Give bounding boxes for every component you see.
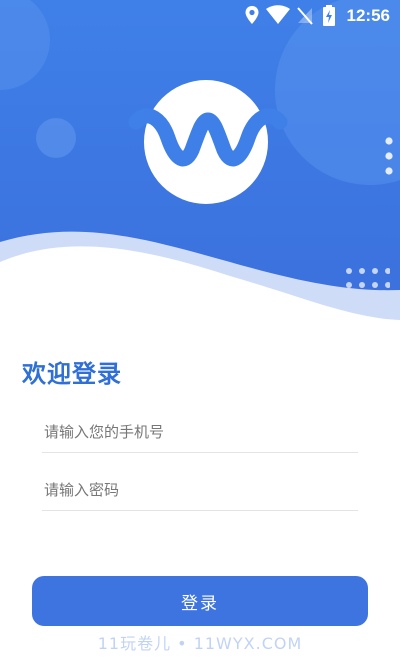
password-input[interactable] — [42, 470, 358, 511]
battery-charging-icon — [322, 5, 336, 31]
wifi-icon — [266, 5, 290, 29]
w-wave-logo-icon — [128, 108, 288, 167]
login-title: 欢迎登录 — [22, 360, 122, 388]
decorative-dots-vertical — [385, 137, 393, 175]
phone-input[interactable] — [42, 412, 358, 453]
no-signal-icon — [296, 5, 314, 29]
login-button[interactable]: 登录 — [32, 576, 368, 626]
status-bar: 12:56 — [0, 0, 400, 32]
location-icon — [244, 5, 260, 29]
watermark-text: 11玩卷儿 • 11WYX.COM — [97, 634, 303, 653]
status-time: 12:56 — [346, 6, 390, 25]
decorative-dots-grid — [346, 268, 390, 288]
app-logo — [128, 80, 288, 204]
